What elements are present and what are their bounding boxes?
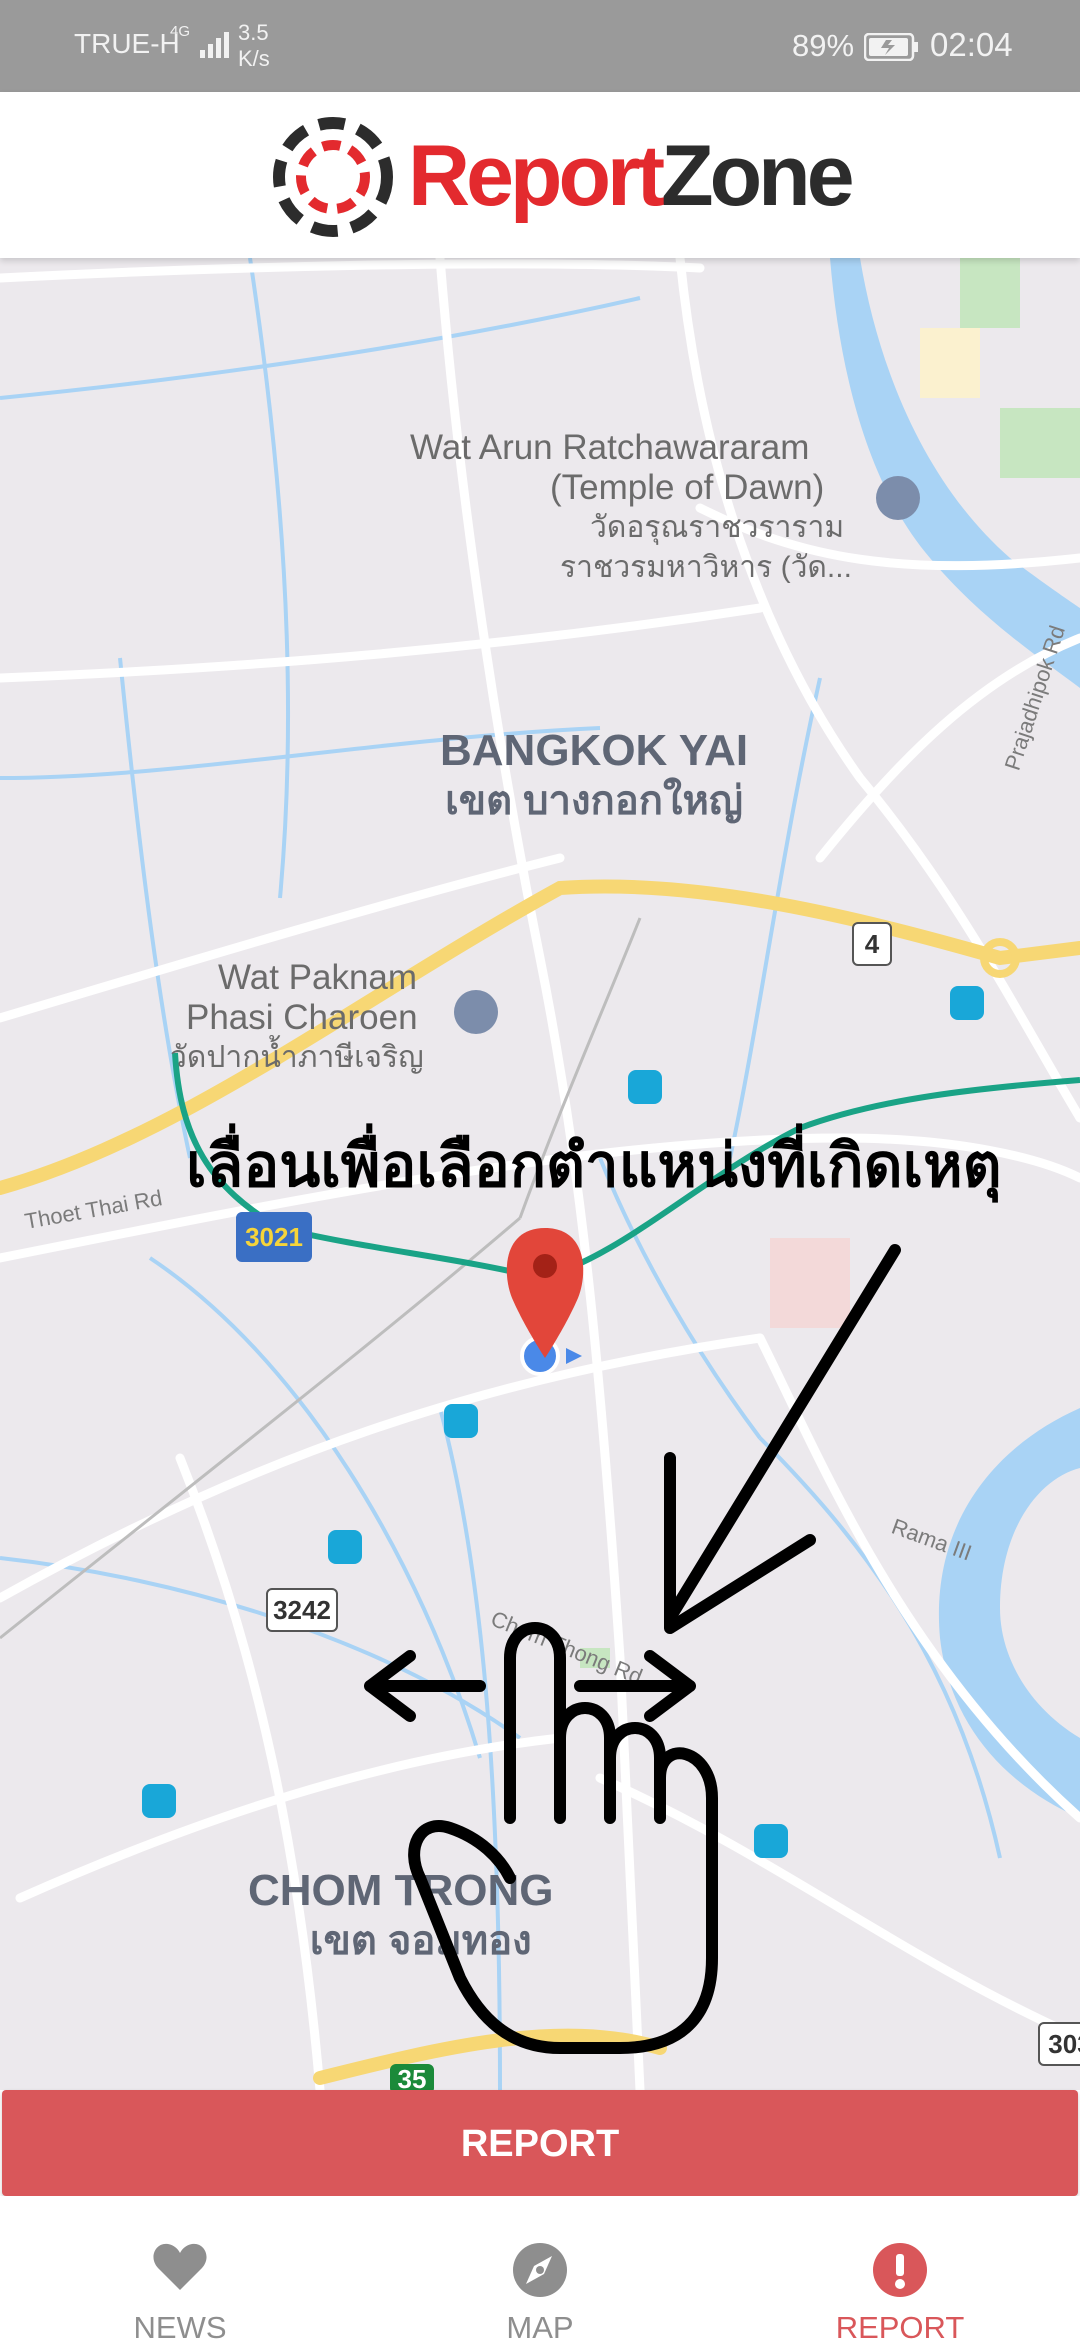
clock: 02:04 xyxy=(930,26,1013,63)
heart-icon xyxy=(153,2243,207,2290)
nav-label-report: REPORT xyxy=(835,2310,965,2345)
swipe-hand-gesture-icon xyxy=(364,1244,901,2054)
reportzone-logo-icon xyxy=(273,117,393,237)
map-view[interactable]: Wat Arun Ratchawararam (Temple of Dawn) … xyxy=(0,258,1080,2090)
alert-icon xyxy=(873,2243,927,2297)
status-bar: TRUE-H 4G 3.5 K/s 89% 02:04 xyxy=(0,0,1080,92)
battery-percent: 89% xyxy=(792,28,855,63)
battery-icon xyxy=(864,33,918,61)
bottom-navigation: NEWS MAP REPORT xyxy=(0,2196,1080,2345)
report-button[interactable]: REPORT xyxy=(2,2090,1078,2196)
nav-label-map: MAP xyxy=(506,2310,574,2345)
nav-label-news: NEWS xyxy=(133,2310,227,2345)
data-speed: 3.5 K/s xyxy=(238,20,270,71)
carrier-name: TRUE-H xyxy=(74,28,180,59)
nav-item-map[interactable]: MAP xyxy=(360,2196,720,2345)
signal-strength-icon xyxy=(200,32,229,58)
location-pin-icon[interactable] xyxy=(506,1228,584,1358)
nav-item-report[interactable]: REPORT xyxy=(720,2196,1080,2345)
logo-zone-word: Zone xyxy=(661,128,854,224)
compass-icon xyxy=(513,2243,567,2297)
app-header: ReportZone xyxy=(0,92,1080,258)
nav-item-news[interactable]: NEWS xyxy=(0,2196,360,2345)
location-marker-layer xyxy=(364,1228,901,2054)
logo-report-word: Report xyxy=(408,128,665,224)
app-logo-text: ReportZone xyxy=(408,126,855,226)
